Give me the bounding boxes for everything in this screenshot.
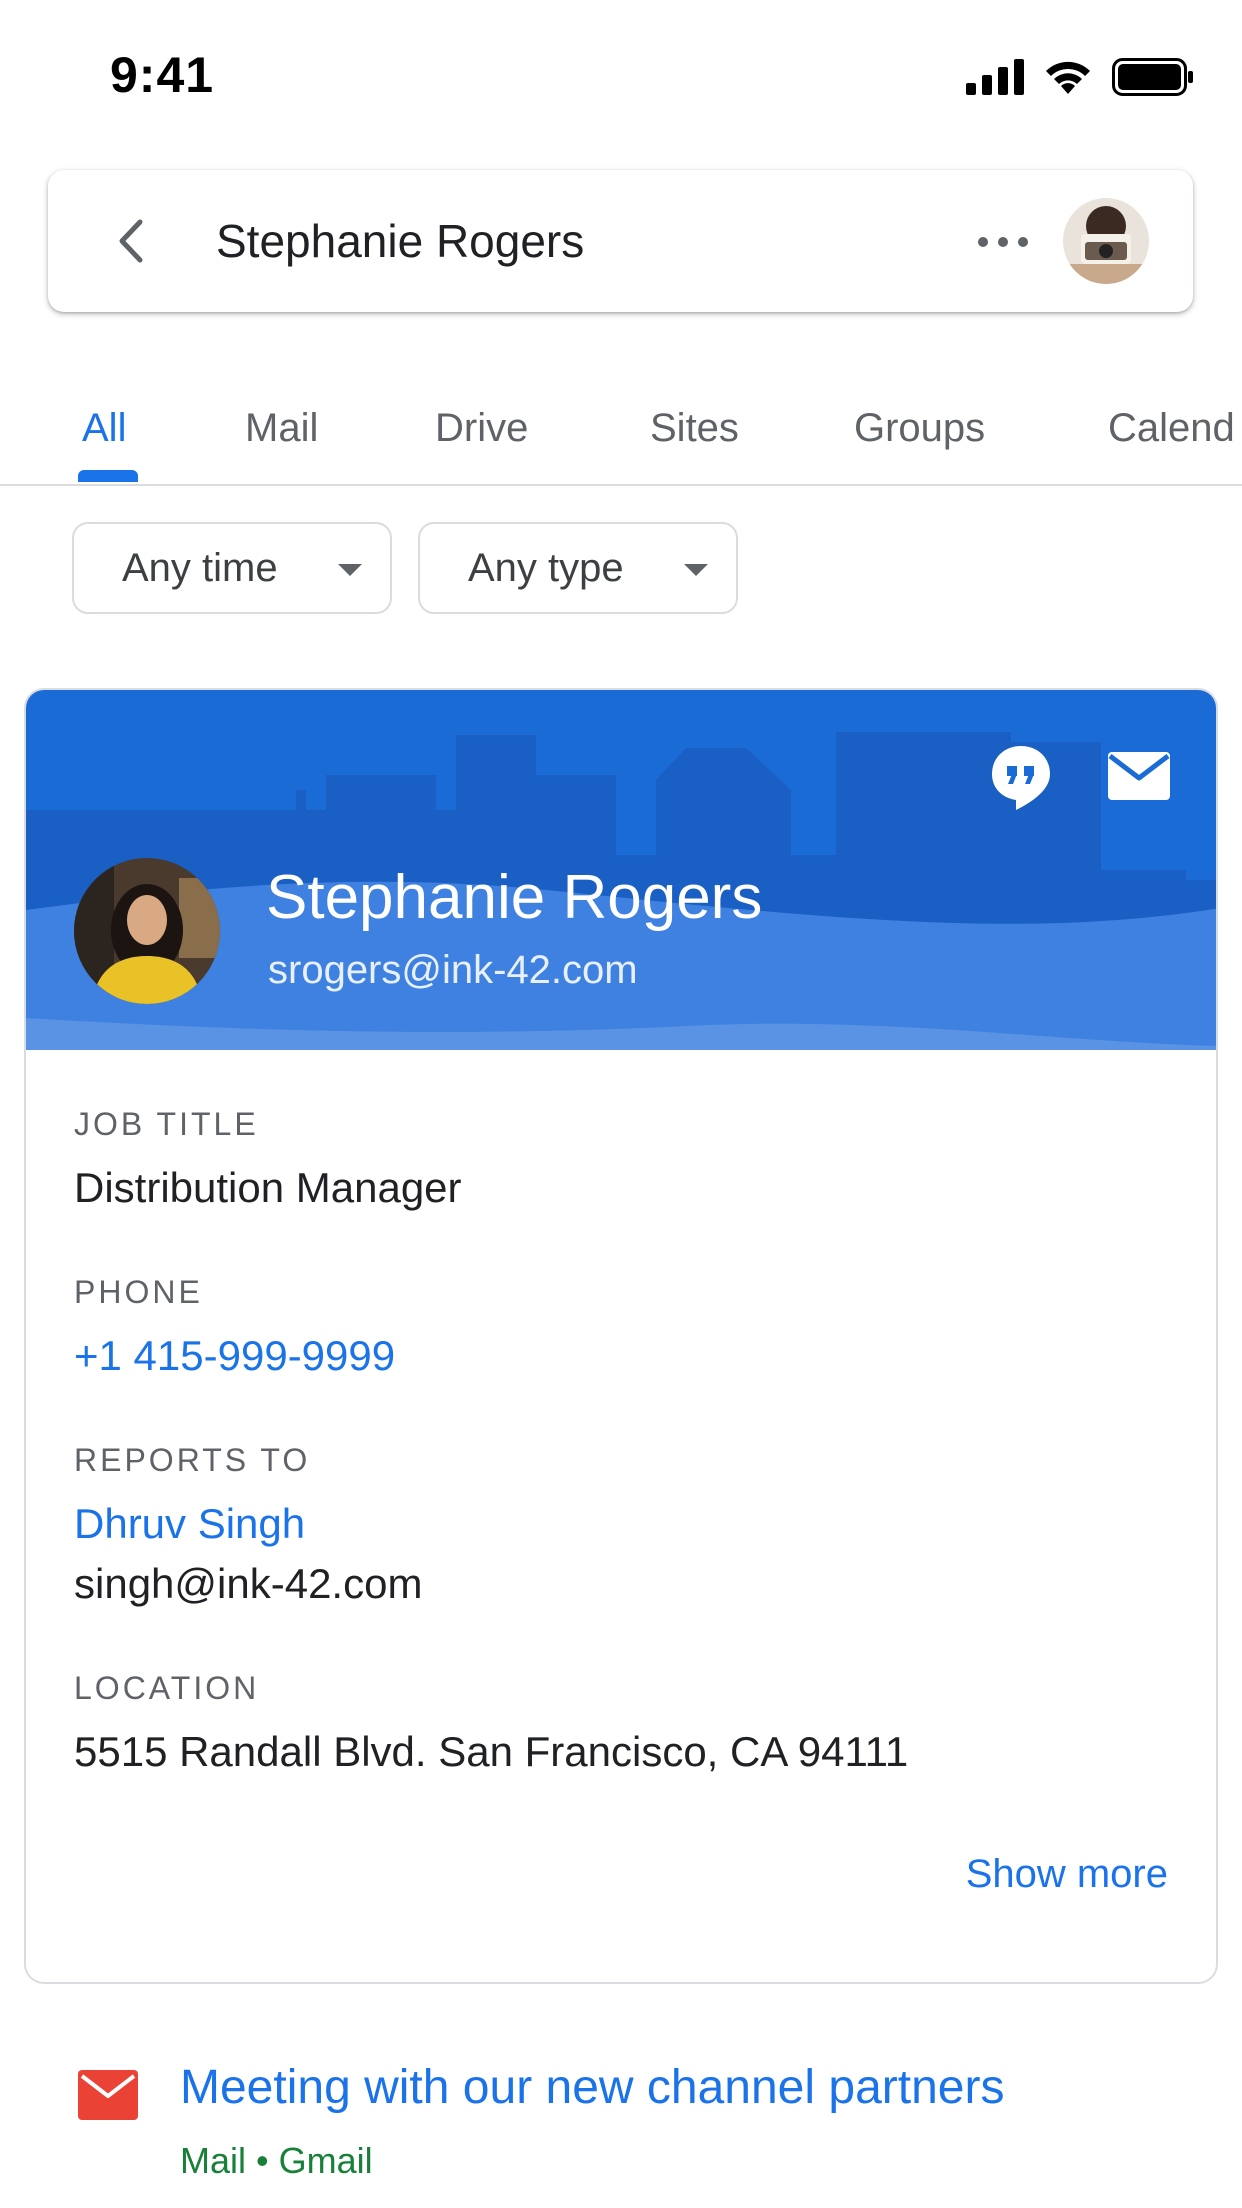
tab-groups[interactable]: Groups <box>854 406 985 451</box>
status-time: 9:41 <box>110 47 215 103</box>
job-title-value: Distribution Manager <box>74 1164 462 1211</box>
filter-any-time[interactable]: Any time <box>72 522 392 614</box>
phone-label: PHONE <box>74 1274 203 1310</box>
dropdown-arrow-icon <box>684 564 708 576</box>
gmail-icon <box>78 2070 138 2120</box>
contact-card-header: Stephanie Rogers srogers@ink-42.com <box>26 690 1216 1050</box>
active-tab-indicator <box>78 470 138 482</box>
wifi-icon <box>1046 61 1090 94</box>
filter-any-type-label: Any type <box>468 545 624 590</box>
location-label: LOCATION <box>74 1670 260 1706</box>
result-source: Mail • Gmail <box>180 2140 373 2181</box>
search-query[interactable]: Stephanie Rogers <box>216 214 584 268</box>
manager-email: singh@ink-42.com <box>74 1560 423 1607</box>
tab-bar: All Mail Drive Sites Groups Calend <box>0 360 1242 486</box>
chat-icon[interactable] <box>986 742 1056 812</box>
filter-any-type[interactable]: Any type <box>418 522 738 614</box>
status-icons <box>966 58 1194 96</box>
phone-link[interactable]: +1 415-999-9999 <box>74 1332 395 1380</box>
filter-any-time-label: Any time <box>122 545 278 590</box>
contact-email[interactable]: srogers@ink-42.com <box>268 948 638 993</box>
dropdown-arrow-icon <box>338 564 362 576</box>
search-bar: Stephanie Rogers <box>48 170 1193 312</box>
more-options-icon[interactable] <box>973 222 1033 262</box>
account-avatar[interactable] <box>1063 198 1149 284</box>
show-more-button[interactable]: Show more <box>966 1852 1168 1897</box>
contact-avatar <box>74 858 220 1004</box>
status-bar: 9:41 <box>0 0 1242 150</box>
manager-name-link[interactable]: Dhruv Singh <box>74 1500 305 1548</box>
contact-card: Stephanie Rogers srogers@ink-42.com JOB … <box>24 688 1218 1984</box>
job-title-label: JOB TITLE <box>74 1106 259 1142</box>
cellular-signal-icon <box>966 59 1024 95</box>
tab-sites[interactable]: Sites <box>650 406 739 451</box>
back-arrow-icon[interactable] <box>106 214 160 268</box>
tab-mail[interactable]: Mail <box>245 406 318 451</box>
tab-drive[interactable]: Drive <box>435 406 528 451</box>
tab-all[interactable]: All <box>82 406 126 451</box>
battery-icon <box>1112 58 1193 96</box>
result-title[interactable]: Meeting with our new channel partners <box>180 2060 1004 2115</box>
search-result-row[interactable]: Meeting with our new channel partners Ma… <box>0 2040 1242 2208</box>
contact-name: Stephanie Rogers <box>266 863 763 932</box>
reports-to-label: REPORTS TO <box>74 1442 311 1478</box>
email-icon[interactable] <box>1104 746 1174 806</box>
location-value: 5515 Randall Blvd. San Francisco, CA 941… <box>74 1728 909 1775</box>
tab-calendar[interactable]: Calend <box>1108 406 1235 451</box>
